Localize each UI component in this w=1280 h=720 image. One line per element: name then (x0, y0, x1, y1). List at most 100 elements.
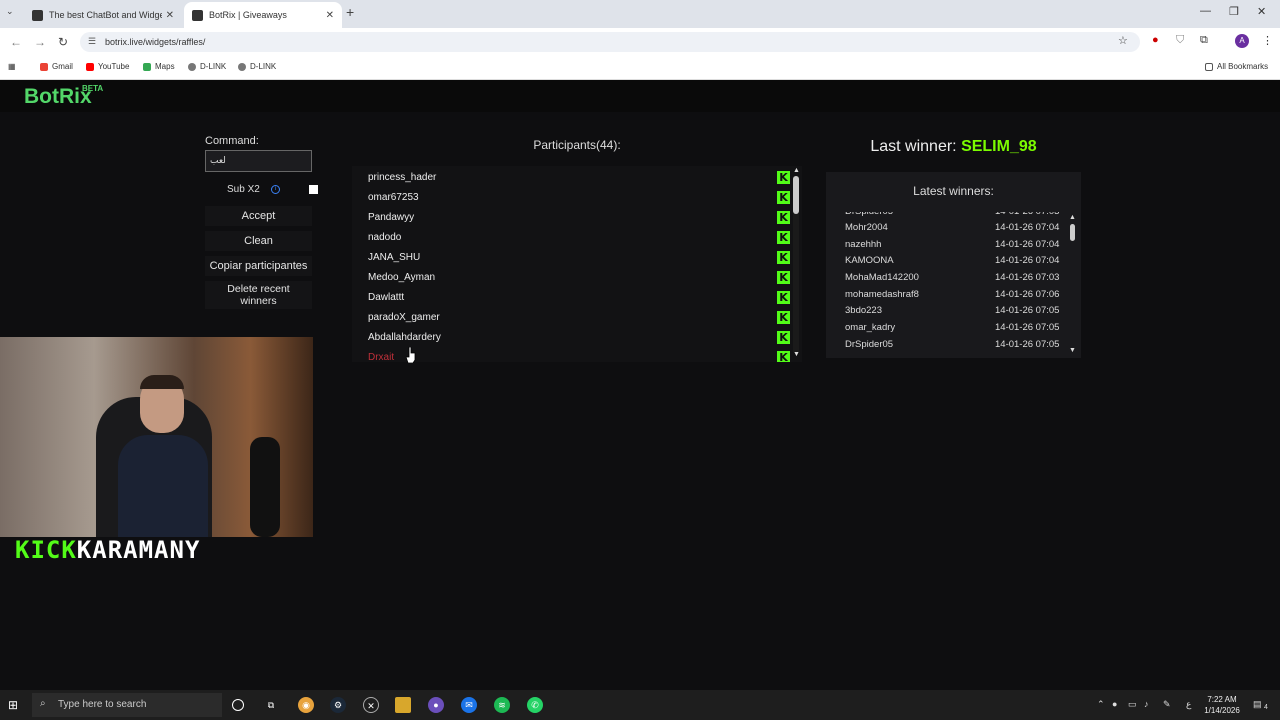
gmail-icon (40, 62, 48, 71)
bookmark-dlink-1[interactable]: D-LINK (188, 62, 226, 71)
opera-extension-icon[interactable]: ● (1152, 34, 1159, 46)
volume-icon[interactable]: ♪ (1144, 699, 1149, 709)
participant-row[interactable]: Dawlattt K (368, 287, 790, 307)
sub-x2-checkbox[interactable] (309, 185, 318, 194)
scroll-down-arrow-icon[interactable]: ▼ (793, 351, 800, 358)
winner-row: omar_kadry 14-01-26 07:05 (845, 322, 1060, 333)
mail-icon[interactable]: ✉ (461, 697, 477, 713)
copy-participants-button[interactable]: Copiar participantes (205, 256, 312, 276)
participant-row[interactable]: paradoX_gamer K (368, 307, 790, 327)
cortana-icon[interactable] (232, 699, 244, 711)
participant-row[interactable]: Medoo_Ayman K (368, 267, 790, 287)
pen-icon[interactable]: ✎ (1163, 699, 1171, 710)
last-winner-heading: Last winner: SELIM_98 (870, 138, 1037, 155)
command-input[interactable] (205, 150, 312, 172)
latest-winners-panel: Latest winners: DrSpider0514-01-26 07:03… (826, 172, 1081, 358)
streamer (118, 375, 208, 537)
windows-taskbar: ⊞ ⌕ Type here to search ⧉ ◉ ⚙ ✕ ● ✉ ≋ ✆ … (0, 690, 1280, 720)
tab-title: The best ChatBot and Widgets (49, 10, 162, 20)
clean-button[interactable]: Clean (205, 231, 312, 251)
site-favicon-icon (192, 9, 203, 21)
whatsapp-icon[interactable]: ✆ (527, 697, 543, 713)
kick-icon: K (777, 251, 790, 264)
participants-list[interactable]: princess_hader K omar67253 K Pandawyy K nad… (352, 166, 802, 362)
participant-row[interactable]: Abdallahdardery K (368, 327, 790, 347)
url-field[interactable]: ☰ botrix.live/widgets/raffles/ (80, 32, 1140, 52)
scroll-up-arrow-icon[interactable]: ▲ (793, 167, 800, 174)
winner-row: DrSpider05 14-01-26 07:05 (845, 339, 1060, 350)
taskbar-clock[interactable]: 7:22 AM 1/14/2026 (1197, 694, 1247, 716)
participant-row[interactable]: Pandawyy K (368, 207, 790, 227)
winner-row: KAMOONA 14-01-26 07:04 (845, 255, 1060, 266)
menu-kebab-icon[interactable]: ⋮ (1262, 34, 1273, 47)
site-favicon-icon (32, 9, 43, 21)
winner-row: Mohr2004 14-01-26 07:04 (845, 222, 1060, 233)
kick-icon: K (777, 331, 790, 344)
site-info-icon[interactable]: ☰ (88, 36, 96, 47)
shield-extension-icon[interactable]: ⛉ (1176, 34, 1184, 47)
bookmark-star-icon[interactable]: ☆ (1118, 34, 1128, 47)
reload-icon[interactable]: ↻ (58, 35, 68, 49)
participant-row[interactable]: Drxait K (368, 347, 790, 362)
bookmark-gmail[interactable]: Gmail (40, 62, 73, 71)
tab-giveaways[interactable]: BotRix | Giveaways ✕ (184, 2, 342, 28)
close-tab-icon[interactable]: ✕ (326, 10, 334, 21)
webcam-overlay (0, 337, 313, 537)
participant-row[interactable]: omar67253 K (368, 187, 790, 207)
accept-button[interactable]: Accept (205, 206, 312, 226)
scroll-down-arrow-icon[interactable]: ▼ (1069, 347, 1076, 354)
info-icon[interactable]: i (271, 185, 280, 194)
kick-icon: K (777, 231, 790, 244)
winner-row: 3bdo223 14-01-26 07:05 (845, 305, 1060, 316)
bookmark-dlink-2[interactable]: D-LINK (238, 62, 276, 71)
restore-icon[interactable]: ❐ (1229, 5, 1239, 18)
participant-row[interactable]: nadodo K (368, 227, 790, 247)
forward-icon[interactable]: → (34, 35, 46, 49)
kick-icon: K (777, 211, 790, 224)
obs-icon[interactable]: ● (428, 697, 444, 713)
file-explorer-icon[interactable] (395, 697, 411, 713)
latest-winners-list[interactable]: DrSpider0514-01-26 07:03 Mohr200414-01-2… (826, 212, 1066, 352)
tab-search-icon[interactable]: ⌄ (6, 6, 14, 17)
streamer-brand-overlay: KICKKARAMANY (15, 536, 201, 564)
close-tab-icon[interactable]: ✕ (166, 10, 174, 21)
url-text: botrix.live/widgets/raffles/ (105, 37, 206, 47)
windows-start-icon[interactable]: ⊞ (8, 698, 18, 712)
back-icon[interactable]: ← (10, 35, 22, 49)
bookmark-youtube[interactable]: YouTube (86, 62, 129, 71)
taskbar-search[interactable]: ⌕ Type here to search (32, 693, 222, 717)
participant-row[interactable]: JANA_SHU K (368, 247, 790, 267)
apps-grid-icon[interactable]: ▦ (8, 62, 16, 71)
command-label: Command: (205, 135, 259, 147)
notification-count: 4 (1264, 704, 1268, 711)
minimize-icon[interactable]: — (1200, 5, 1211, 17)
delete-recent-winners-button[interactable]: Delete recent winners (205, 281, 312, 309)
kick-icon: K (777, 271, 790, 284)
scroll-up-arrow-icon[interactable]: ▲ (1069, 214, 1076, 221)
task-view-icon[interactable]: ⧉ (263, 697, 279, 713)
all-bookmarks[interactable]: All Bookmarks (1205, 62, 1268, 71)
spotify-icon[interactable]: ≋ (494, 697, 510, 713)
chrome-icon[interactable]: ◉ (298, 697, 314, 713)
new-tab-button[interactable]: + (346, 4, 354, 20)
profile-avatar[interactable]: A (1235, 34, 1249, 48)
network-icon[interactable]: ▭ (1128, 699, 1137, 710)
last-winner-name: SELIM_98 (961, 138, 1037, 155)
xbox-icon[interactable]: ✕ (363, 697, 379, 713)
window-close-icon[interactable]: ✕ (1257, 5, 1266, 18)
steam-icon[interactable]: ⚙ (330, 697, 346, 713)
botrix-page: BotRix BETA Command: Sub X2 i Accept Cle… (0, 80, 1280, 690)
winners-scroll-thumb[interactable] (1070, 224, 1075, 241)
participant-row[interactable]: princess_hader K (368, 167, 790, 187)
bookmark-maps[interactable]: Maps (143, 62, 175, 71)
microphone-icon[interactable]: ● (1112, 699, 1117, 709)
language-icon[interactable]: ع (1186, 699, 1191, 710)
tab-chatbot[interactable]: The best ChatBot and Widgets ✕ (24, 2, 182, 28)
participants-scroll-thumb[interactable] (793, 176, 799, 214)
notifications-icon[interactable]: ▤ (1253, 699, 1262, 710)
tray-chevron-icon[interactable]: ⌃ (1097, 699, 1105, 710)
kick-icon: K (777, 311, 790, 324)
hand-cursor-icon (406, 347, 416, 363)
kick-icon: K (777, 351, 790, 362)
extensions-icon[interactable]: ⧉ (1200, 34, 1208, 47)
